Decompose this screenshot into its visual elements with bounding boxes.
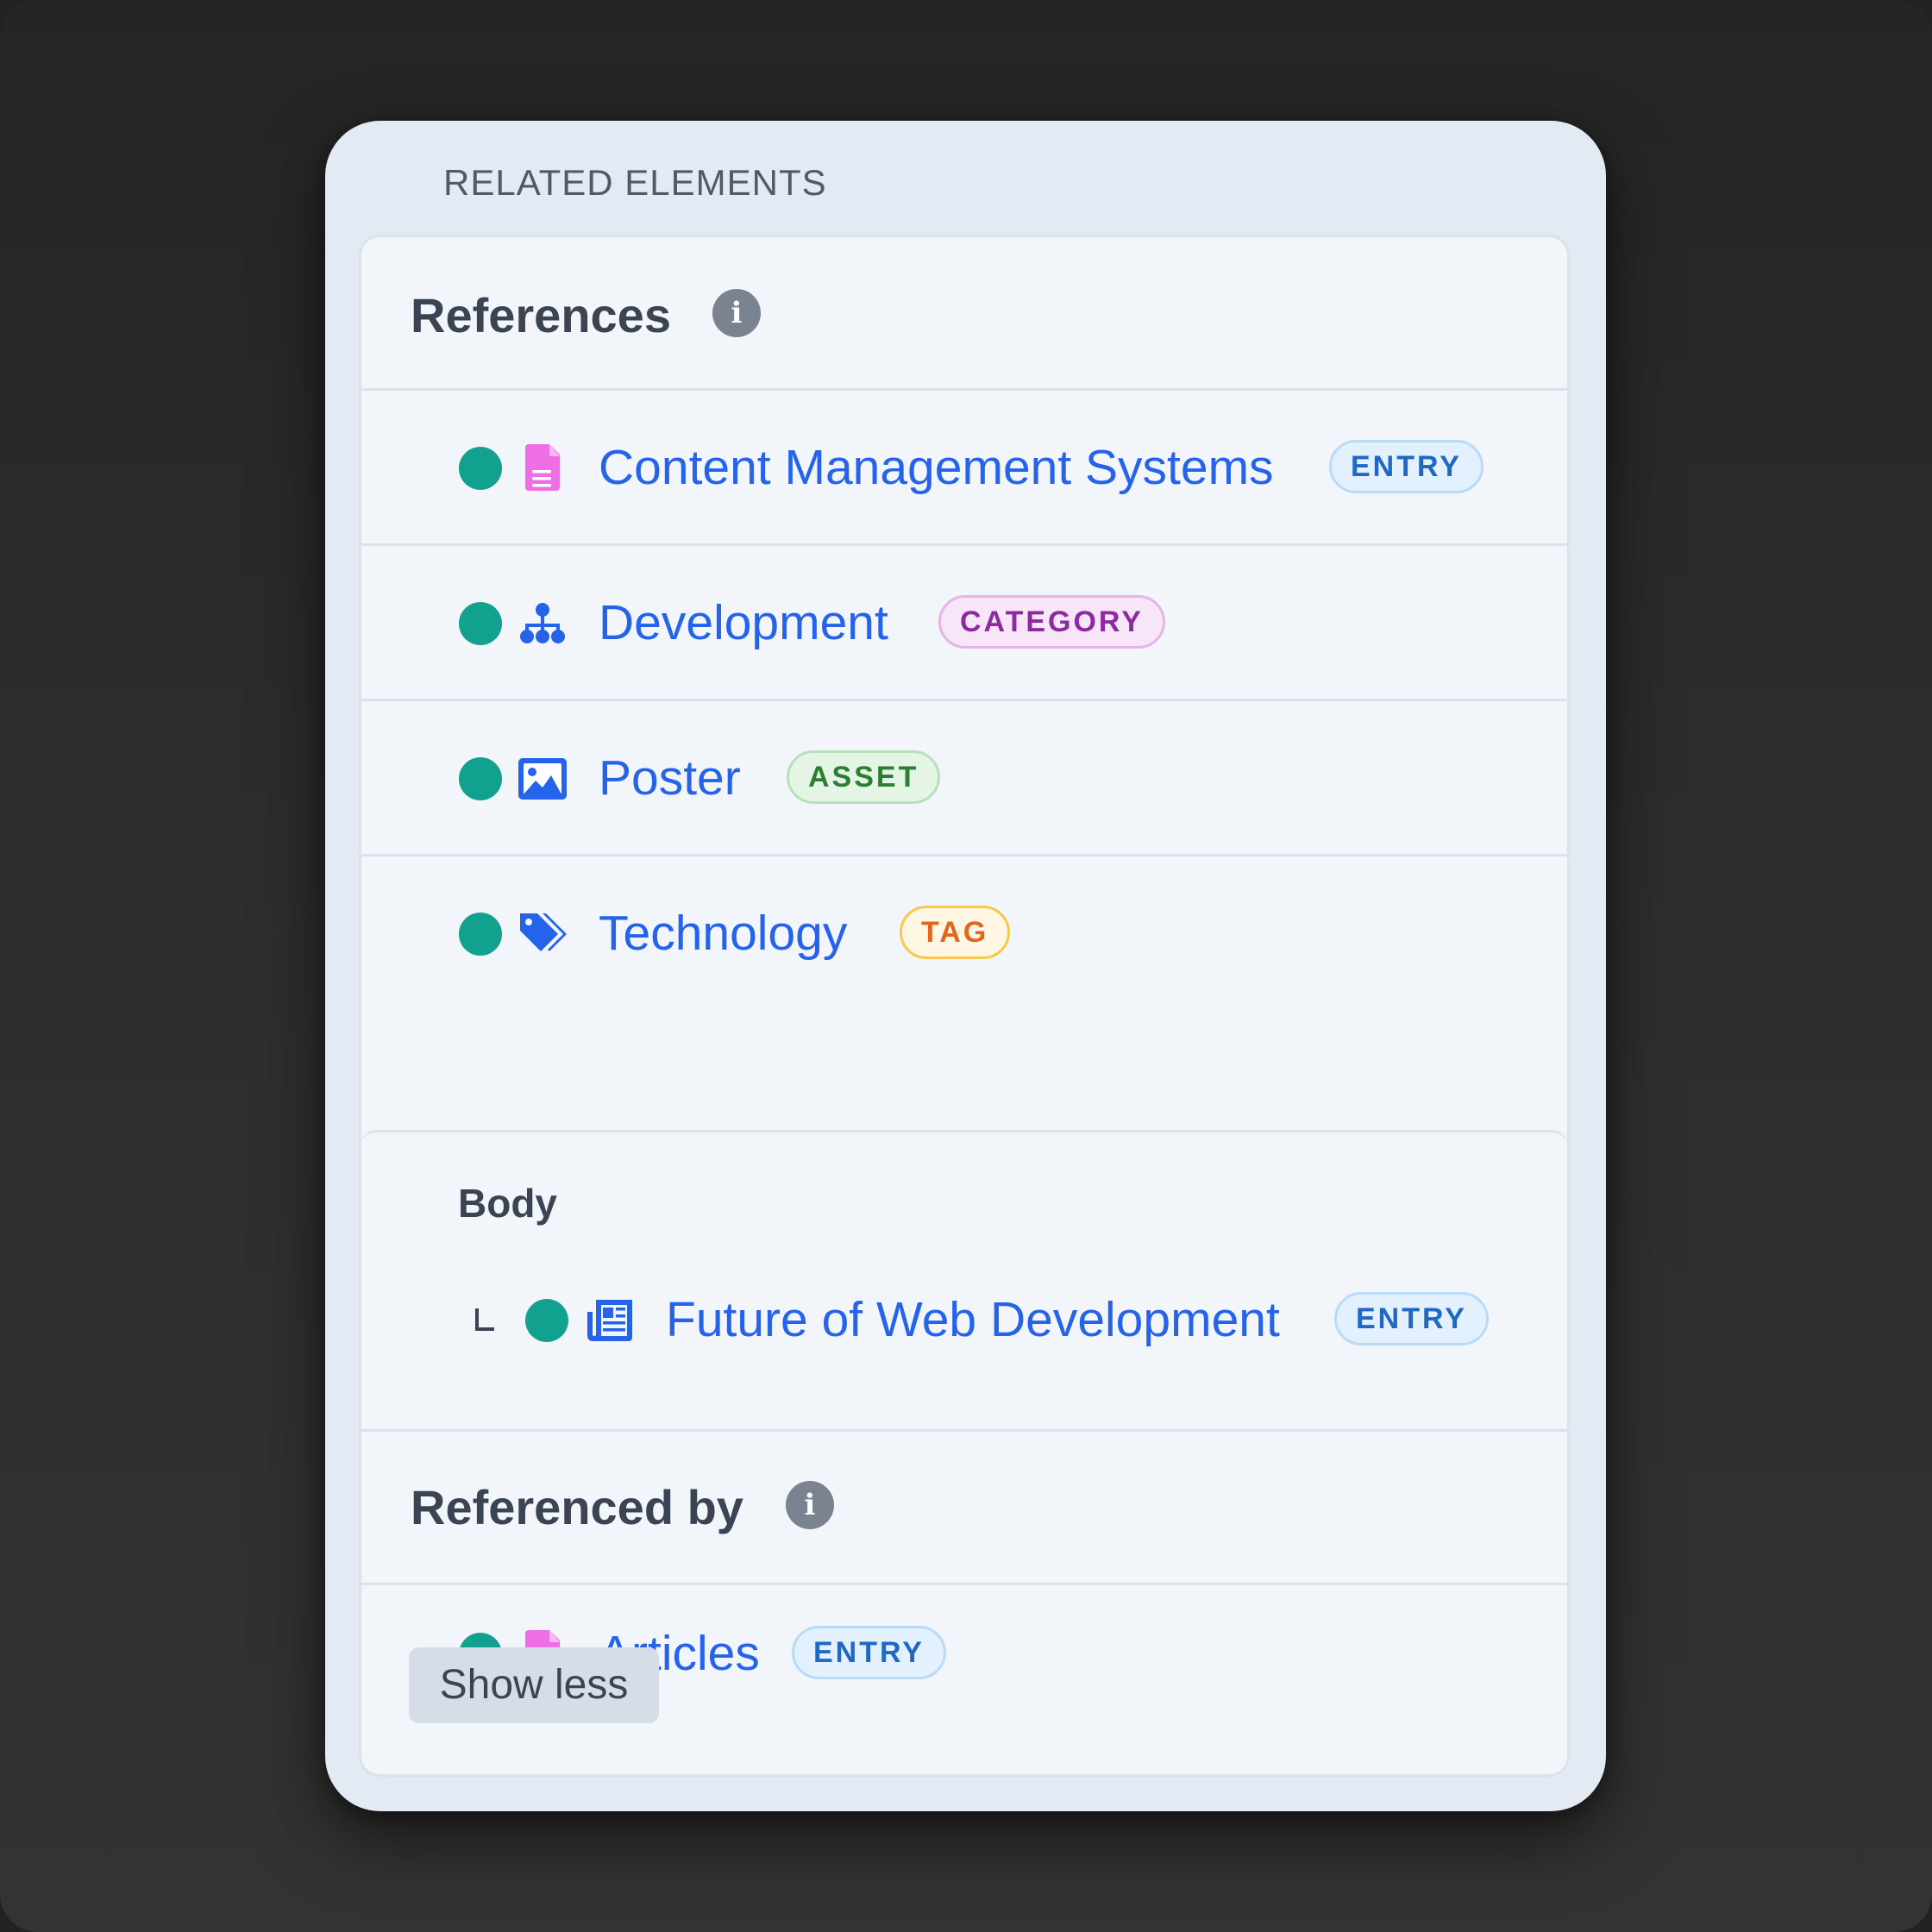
type-badge-tag: TAG <box>900 906 1011 959</box>
status-dot <box>459 913 502 956</box>
reference-row-content-management-systems: Content Management Systems ENTRY <box>361 391 1567 546</box>
status-dot <box>459 757 502 800</box>
referenced-by-header: Referenced by i <box>361 1432 1567 1585</box>
reference-link[interactable]: Development <box>599 593 888 653</box>
references-header: References i <box>361 237 1567 391</box>
status-dot <box>525 1299 568 1342</box>
type-badge-entry: ENTRY <box>1334 1292 1489 1346</box>
hierarchy-icon <box>517 598 568 649</box>
body-field-group: Body Future of Web Development ENTRY <box>361 1130 1567 1432</box>
type-badge-asset: ASSET <box>787 750 941 804</box>
reference-row-poster: Poster ASSET <box>361 701 1567 856</box>
reference-link[interactable]: Poster <box>599 748 741 808</box>
tree-branch-icon <box>475 1308 494 1331</box>
document-icon <box>517 442 568 494</box>
info-icon[interactable]: i <box>786 1481 834 1529</box>
image-icon <box>517 753 568 805</box>
tags-icon <box>517 908 568 960</box>
related-elements-card: References i Content Management Systems … <box>359 235 1570 1777</box>
status-dot <box>459 447 502 490</box>
references-heading: References <box>411 288 671 342</box>
panel-title: RELATED ELEMENTS <box>443 162 827 203</box>
newspaper-icon <box>584 1295 636 1346</box>
type-badge-category: CATEGORY <box>938 595 1165 649</box>
related-elements-panel: RELATED ELEMENTS References i Content Ma… <box>325 121 1606 1811</box>
show-less-button[interactable]: Show less <box>409 1647 659 1723</box>
referenced-by-heading: Referenced by <box>411 1480 743 1534</box>
reference-link[interactable]: Future of Web Development <box>666 1289 1280 1350</box>
status-dot <box>459 602 502 645</box>
info-icon[interactable]: i <box>712 289 761 337</box>
reference-link[interactable]: Content Management Systems <box>599 437 1274 498</box>
body-field-label: Body <box>458 1181 557 1226</box>
type-badge-entry: ENTRY <box>792 1626 946 1679</box>
reference-row-technology: Technology TAG <box>361 856 1567 1012</box>
reference-row-development: Development CATEGORY <box>361 546 1567 701</box>
type-badge-entry: ENTRY <box>1329 440 1484 493</box>
reference-link[interactable]: Technology <box>599 903 847 963</box>
